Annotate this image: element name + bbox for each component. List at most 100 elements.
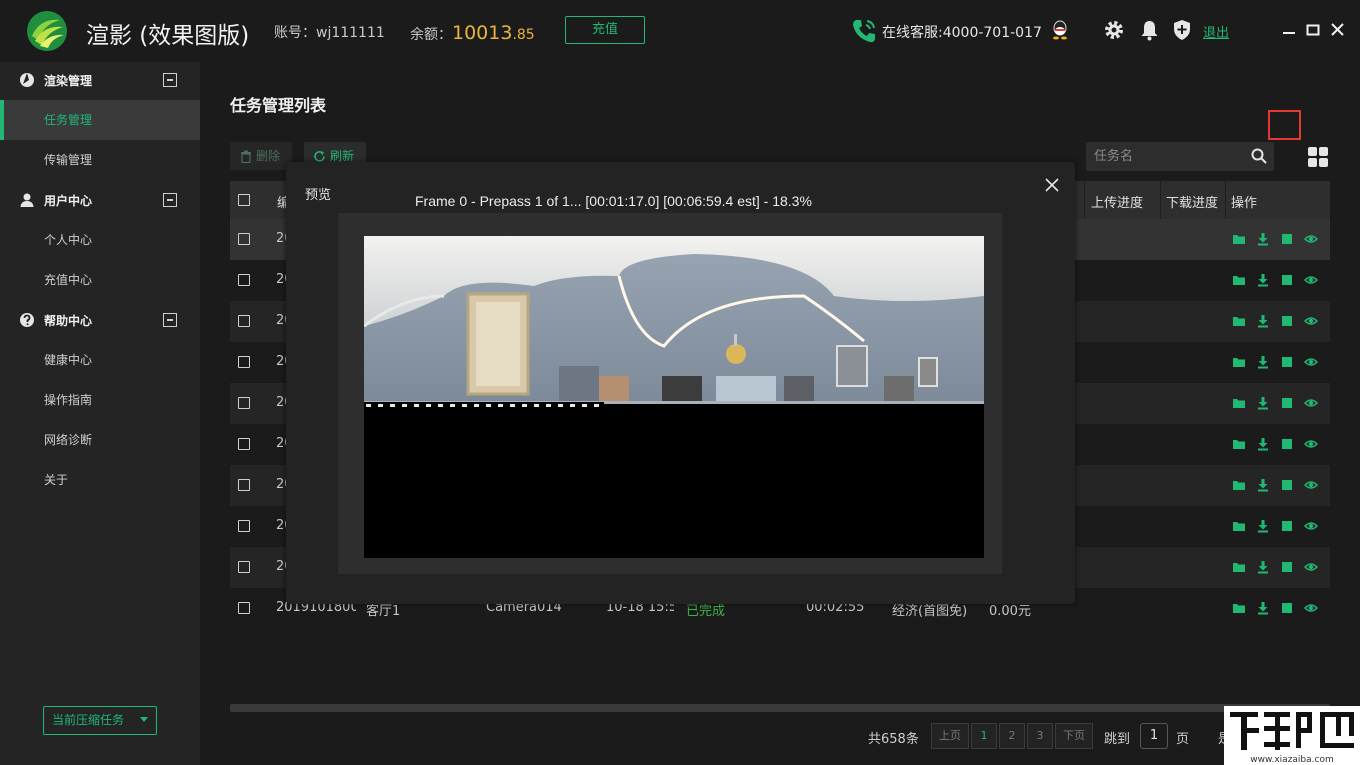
collapse-toggle-icon[interactable] — [163, 73, 177, 87]
balance-caption: 余额： — [410, 27, 452, 43]
download-icon[interactable] — [1256, 560, 1270, 574]
collapse-toggle-icon[interactable] — [163, 313, 177, 327]
task-name-search-input[interactable] — [1094, 146, 1244, 166]
preview-eye-icon[interactable] — [1304, 232, 1318, 246]
row-checkbox[interactable] — [238, 479, 250, 491]
download-icon[interactable] — [1256, 519, 1270, 533]
service-hotline[interactable]: 在线客服:4000-701-017 — [882, 22, 1042, 42]
sidebar-section-render[interactable]: 渲染管理 — [0, 62, 200, 98]
folder-icon[interactable] — [1232, 314, 1246, 328]
sidebar-item-tasks[interactable]: 任务管理 — [0, 100, 200, 140]
download-icon[interactable] — [1256, 396, 1270, 410]
shield-icon[interactable] — [1172, 19, 1192, 41]
row-checkbox[interactable] — [238, 438, 250, 450]
preview-eye-icon[interactable] — [1304, 519, 1318, 533]
page-3-button[interactable]: 3 — [1027, 723, 1053, 749]
next-page-button[interactable]: 下页 — [1055, 723, 1093, 749]
row-actions — [1232, 519, 1324, 535]
preview-eye-icon[interactable] — [1304, 355, 1318, 369]
download-icon[interactable] — [1256, 355, 1270, 369]
dialog-close-icon[interactable] — [1045, 178, 1059, 192]
folder-icon[interactable] — [1232, 519, 1246, 533]
gear-icon[interactable] — [1103, 19, 1125, 41]
compress-tasks-dropdown[interactable]: 当前压缩任务 — [43, 706, 157, 735]
column-divider — [1160, 181, 1161, 219]
stop-icon[interactable] — [1280, 355, 1294, 369]
stop-icon[interactable] — [1280, 232, 1294, 246]
folder-icon[interactable] — [1232, 601, 1246, 615]
render-icon — [20, 73, 34, 87]
preview-eye-icon[interactable] — [1304, 437, 1318, 451]
row-checkbox[interactable] — [238, 561, 250, 573]
prev-page-button[interactable]: 上页 — [931, 723, 969, 749]
row-checkbox[interactable] — [238, 397, 250, 409]
stop-icon[interactable] — [1280, 396, 1294, 410]
row-checkbox[interactable] — [238, 520, 250, 532]
sidebar-item-transfer[interactable]: 传输管理 — [0, 140, 200, 180]
preview-eye-icon[interactable] — [1304, 560, 1318, 574]
sidebar-item-health[interactable]: 健康中心 — [0, 340, 200, 380]
preview-eye-icon[interactable] — [1304, 601, 1318, 615]
folder-icon[interactable] — [1232, 560, 1246, 574]
preview-dialog: 预览 Frame 0 - Prepass 1 of 1... [00:01:17… — [286, 162, 1075, 604]
stop-icon[interactable] — [1280, 314, 1294, 328]
section-label: 帮助中心 — [44, 314, 93, 328]
collapse-toggle-icon[interactable] — [163, 193, 177, 207]
total-count: 共658条 — [868, 732, 919, 747]
sidebar-section-help[interactable]: 帮助中心 — [0, 302, 200, 338]
search-icon[interactable] — [1251, 148, 1267, 164]
page-2-button[interactable]: 2 — [999, 723, 1025, 749]
page-1-button[interactable]: 1 — [971, 723, 997, 749]
row-checkbox[interactable] — [238, 602, 250, 614]
stop-icon[interactable] — [1280, 519, 1294, 533]
maximize-icon[interactable] — [1306, 23, 1320, 37]
sidebar-item-profile[interactable]: 个人中心 — [0, 220, 200, 260]
row-checkbox[interactable] — [238, 274, 250, 286]
recharge-button[interactable]: 充值 — [565, 16, 645, 44]
minimize-icon[interactable] — [1282, 23, 1296, 37]
qq-icon[interactable] — [1051, 20, 1069, 40]
logout-link[interactable]: 退出 — [1203, 22, 1229, 41]
app-logo-icon — [27, 11, 67, 51]
preview-panel — [338, 213, 1002, 574]
download-icon[interactable] — [1256, 601, 1270, 615]
bell-icon[interactable] — [1139, 19, 1160, 41]
close-icon[interactable] — [1330, 22, 1345, 37]
stop-icon[interactable] — [1280, 478, 1294, 492]
horizontal-scrollbar[interactable] — [230, 704, 1330, 712]
stop-icon[interactable] — [1280, 273, 1294, 287]
folder-icon[interactable] — [1232, 232, 1246, 246]
preview-eye-icon[interactable] — [1304, 273, 1318, 287]
preview-eye-icon[interactable] — [1304, 478, 1318, 492]
preview-eye-icon[interactable] — [1304, 396, 1318, 410]
folder-icon[interactable] — [1232, 273, 1246, 287]
download-icon[interactable] — [1256, 314, 1270, 328]
stop-icon[interactable] — [1280, 560, 1294, 574]
download-icon[interactable] — [1256, 273, 1270, 287]
sidebar-item-guide[interactable]: 操作指南 — [0, 380, 200, 420]
delete-button[interactable]: 删除 — [230, 142, 292, 170]
download-icon[interactable] — [1256, 232, 1270, 246]
sidebar-item-about[interactable]: 关于 — [0, 460, 200, 500]
folder-icon[interactable] — [1232, 355, 1246, 369]
folder-icon[interactable] — [1232, 437, 1246, 451]
row-checkbox[interactable] — [238, 356, 250, 368]
sidebar-item-network[interactable]: 网络诊断 — [0, 420, 200, 460]
compress-tasks-label: 当前压缩任务 — [52, 713, 125, 727]
grid-view-icon[interactable] — [1308, 147, 1328, 167]
folder-icon[interactable] — [1232, 478, 1246, 492]
stop-icon[interactable] — [1280, 601, 1294, 615]
row-checkbox[interactable] — [238, 233, 250, 245]
folder-icon[interactable] — [1232, 396, 1246, 410]
sidebar-item-recharge[interactable]: 充值中心 — [0, 260, 200, 300]
download-icon[interactable] — [1256, 437, 1270, 451]
select-all-checkbox[interactable] — [238, 194, 250, 206]
preview-eye-icon[interactable] — [1304, 314, 1318, 328]
row-checkbox[interactable] — [238, 315, 250, 327]
download-icon[interactable] — [1256, 478, 1270, 492]
site-watermark-logo: www.xiazaiba.com — [1224, 706, 1360, 765]
stop-icon[interactable] — [1280, 437, 1294, 451]
jump-page-input[interactable]: 1 — [1140, 723, 1168, 749]
sidebar-section-user[interactable]: 用户中心 — [0, 182, 200, 218]
balance-integer: 10013 — [452, 22, 513, 44]
